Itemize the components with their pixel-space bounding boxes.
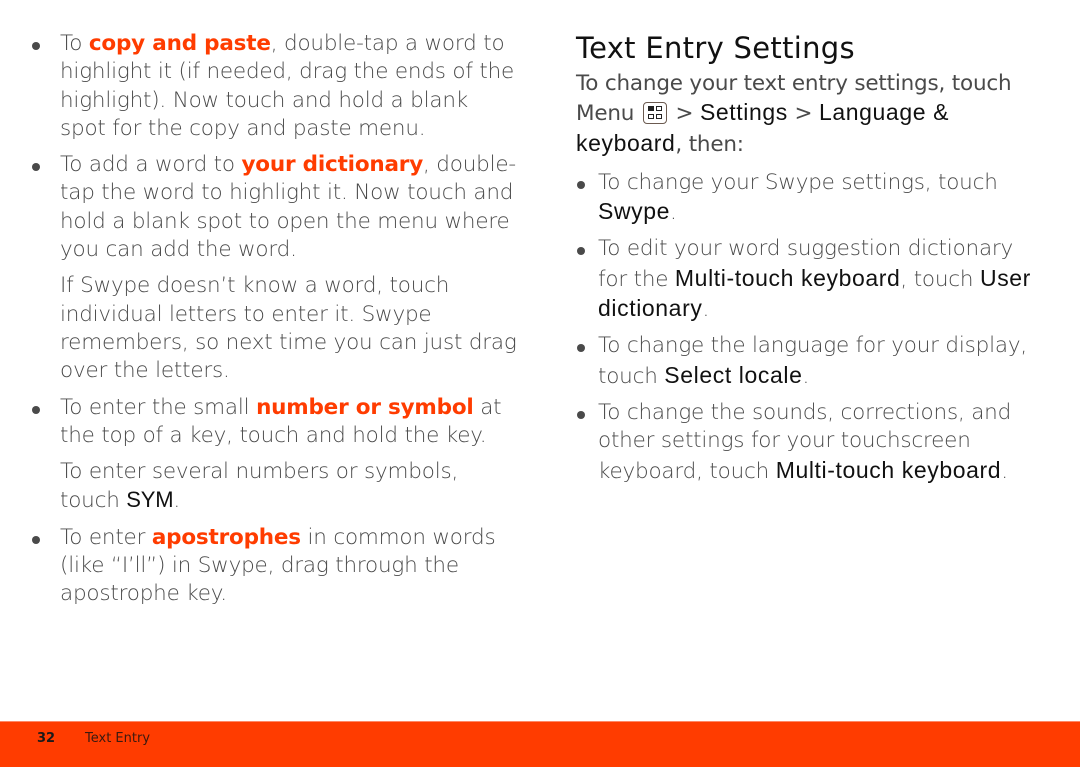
- bullet-multitouch-settings: To change the sounds, corrections, and o…: [576, 399, 1046, 486]
- bullet-select-locale: To change the language for your display,…: [576, 332, 1046, 391]
- left-column: To copy and paste, double-tap a word to …: [30, 30, 520, 617]
- ui-label-sym: SYM: [126, 487, 174, 513]
- highlight-copy-paste: copy and paste: [88, 31, 271, 56]
- right-column: Text Entry Settings To change your text …: [576, 30, 1046, 494]
- page-number: 32: [37, 731, 56, 746]
- ui-label-multitouch-keyboard-2: Multi-touch keyboard: [775, 456, 1002, 483]
- ui-label-select-locale: Select locale: [664, 361, 803, 388]
- ui-label-swype: Swype: [598, 198, 671, 225]
- footer-section-name: Text Entry: [85, 731, 151, 746]
- bullet-dictionary: To add a word to your dictionary, double…: [30, 151, 520, 264]
- bullet-user-dictionary: To edit your word suggestion dictionary …: [576, 235, 1046, 324]
- ui-label-settings: Settings: [699, 99, 788, 126]
- intro-paragraph: To change your text entry settings, touc…: [576, 71, 1012, 157]
- section-title: Text Entry Settings: [576, 31, 855, 65]
- highlight-your-dictionary: your dictionary: [241, 152, 424, 178]
- highlight-number-or-symbol: number or symbol: [256, 394, 474, 420]
- ui-label-multitouch-keyboard: Multi-touch keyboard: [674, 264, 901, 291]
- bullet-apostrophes: To enter apostrophes in common words (li…: [30, 524, 520, 609]
- paragraph-sym: To enter several numbers or symbols, tou…: [60, 459, 459, 514]
- bullet-swype-settings: To change your Swype settings, touch Swy…: [576, 169, 1046, 228]
- paragraph-swype-unknown: If Swype doesn’t know a word, touch indi…: [60, 273, 517, 384]
- menu-icon: [642, 102, 667, 125]
- footer-bar: 32 Text Entry: [0, 721, 1080, 767]
- highlight-apostrophes: apostrophes: [151, 524, 301, 550]
- bullet-copy-paste: To copy and paste, double-tap a word to …: [30, 30, 520, 143]
- bullet-number-symbol: To enter the small number or symbol at t…: [30, 394, 520, 451]
